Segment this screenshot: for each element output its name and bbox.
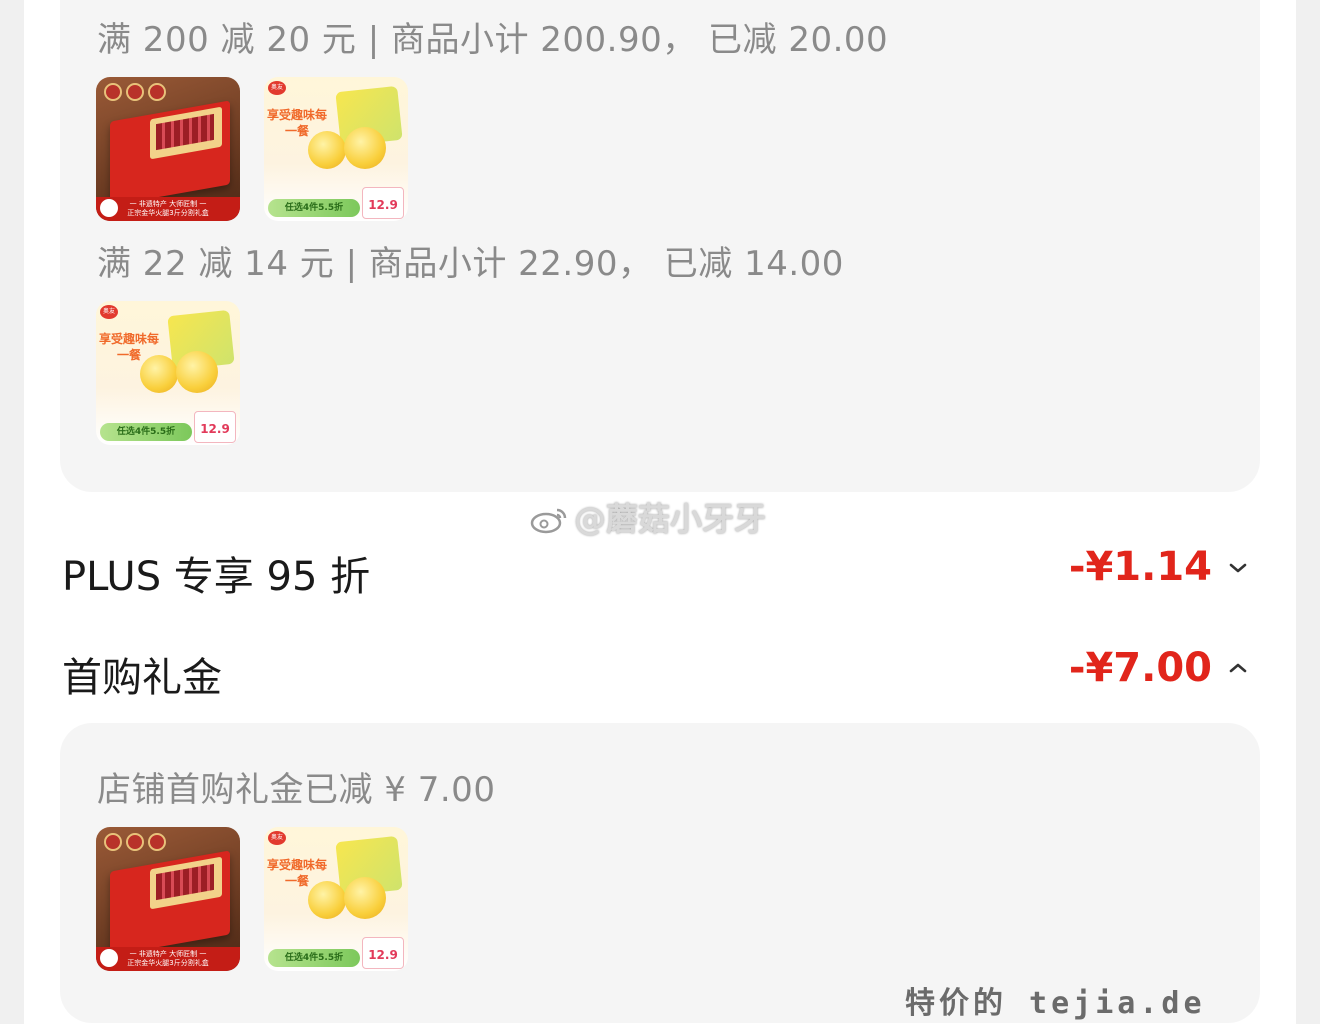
product-price: 12.9 bbox=[362, 937, 404, 969]
seal-icon bbox=[98, 197, 120, 219]
promo-pill: 任选4件5.5折 bbox=[268, 949, 360, 967]
product-price: 12.9 bbox=[194, 411, 236, 443]
first-purchase-amount[interactable]: -¥7.00 bbox=[1069, 645, 1212, 691]
promo-pill: 任选4件5.5折 bbox=[100, 423, 192, 441]
certification-badges bbox=[104, 833, 166, 851]
weibo-handle: @蘑菇小牙牙 bbox=[574, 500, 767, 538]
product-thumb-ham-gift[interactable]: 一 非遗特产 大师匠制 一 正宗金华火腿3斤分割礼盒 bbox=[96, 827, 240, 971]
product-thumb-ham-gift[interactable]: 一 非遗特产 大师匠制 一 正宗金华火腿3斤分割礼盒 bbox=[96, 77, 240, 221]
weibo-icon bbox=[530, 504, 568, 534]
site-watermark: 特价的 tejia.de bbox=[905, 986, 1206, 1021]
group-title-22-14: 满 22 减 14 元 | 商品小计 22.90， 已减 14.00 bbox=[97, 244, 844, 284]
product-price: 12.9 bbox=[362, 187, 404, 219]
first-purchase-label[interactable]: 首购礼金 bbox=[62, 645, 222, 703]
brand-logo: 奥友 bbox=[268, 81, 286, 95]
product-thumb-yolk-snack[interactable]: 奥友 享受趣味每一餐 任选4件5.5折 12.9 bbox=[96, 301, 240, 445]
certification-badges bbox=[104, 83, 166, 101]
product-thumb-yolk-snack[interactable]: 奥友 享受趣味每一餐 任选4件5.5折 12.9 bbox=[264, 827, 408, 971]
chevron-up-icon[interactable] bbox=[1228, 658, 1248, 678]
weibo-watermark: @蘑菇小牙牙 bbox=[530, 494, 766, 540]
chevron-down-icon[interactable] bbox=[1228, 558, 1248, 578]
first-purchase-title: 店铺首购礼金已减 ¥ 7.00 bbox=[97, 770, 496, 810]
plus-discount-label[interactable]: PLUS 专享 95 折 bbox=[62, 544, 370, 602]
group-title-200-20: 满 200 减 20 元 | 商品小计 200.90， 已减 20.00 bbox=[97, 20, 889, 60]
plus-discount-amount[interactable]: -¥1.14 bbox=[1069, 544, 1212, 590]
promo-pill: 任选4件5.5折 bbox=[268, 199, 360, 217]
seal-icon bbox=[98, 947, 120, 969]
brand-logo: 奥友 bbox=[100, 305, 118, 319]
product-thumb-yolk-snack[interactable]: 奥友 享受趣味每一餐 任选4件5.5折 12.9 bbox=[264, 77, 408, 221]
brand-logo: 奥友 bbox=[268, 831, 286, 845]
